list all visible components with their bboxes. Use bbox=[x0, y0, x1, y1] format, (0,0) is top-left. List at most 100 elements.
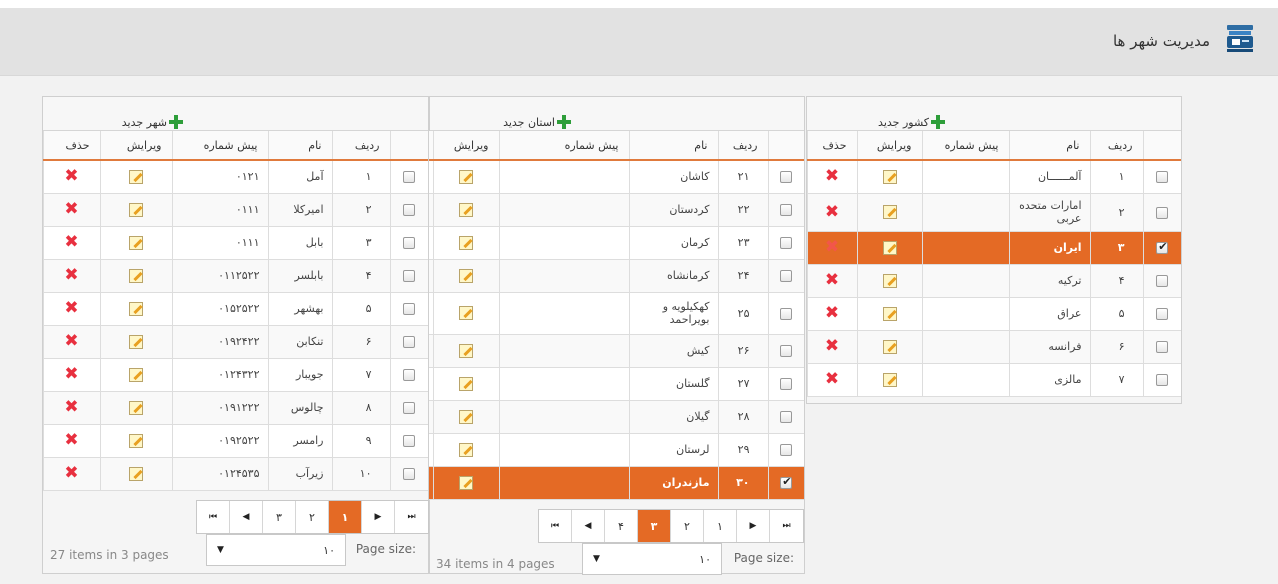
page-button-current[interactable]: ۳ bbox=[638, 510, 671, 542]
delete-icon[interactable]: ✖ bbox=[64, 267, 78, 284]
table-row[interactable]: ۲۴کرمانشاه✖ bbox=[380, 259, 804, 293]
row-checkbox[interactable] bbox=[780, 378, 793, 390]
table-row[interactable]: ۲۸گیلان✖ bbox=[380, 400, 804, 434]
row-checkbox[interactable] bbox=[403, 171, 416, 184]
row-checkbox[interactable] bbox=[403, 402, 416, 414]
edit-icon[interactable] bbox=[129, 466, 143, 481]
table-row[interactable]: ۴ ترکیه ✖ bbox=[806, 264, 1181, 298]
edit-icon[interactable] bbox=[882, 339, 897, 354]
last-page-button[interactable]: ⏭ bbox=[770, 510, 803, 542]
edit-icon[interactable] bbox=[459, 268, 473, 283]
delete-icon[interactable]: ✖ bbox=[825, 305, 839, 322]
table-row[interactable]: ۶ فرانسه ✖ bbox=[806, 330, 1181, 364]
page-button[interactable]: ۲ bbox=[296, 501, 329, 533]
table-row[interactable]: ۴ بابلسر ۰۱۱۲۵۲۲ ✖ bbox=[42, 259, 428, 293]
edit-icon[interactable] bbox=[129, 301, 143, 316]
table-row[interactable]: ۸ چالوس ۰۱۹۱۲۲۲ ✖ bbox=[42, 391, 428, 425]
delete-icon[interactable]: ✖ bbox=[825, 338, 839, 355]
table-row[interactable]: ۱۰ زیرآب ۰۱۲۴۵۳۵ ✖ bbox=[42, 457, 428, 491]
row-checkbox[interactable] bbox=[780, 237, 793, 249]
row-checkbox[interactable] bbox=[780, 307, 793, 320]
row-checkbox[interactable] bbox=[1156, 171, 1169, 184]
row-checkbox[interactable] bbox=[780, 475, 793, 489]
table-row[interactable]: ۳۰مازندران✖ bbox=[380, 466, 804, 500]
edit-icon[interactable] bbox=[459, 235, 473, 250]
edit-icon[interactable] bbox=[129, 235, 143, 250]
table-row[interactable]: ۲۷گلستان✖ bbox=[380, 367, 804, 401]
table-row[interactable]: ۲ امیرکلا ۰۱۱۱ ✖ bbox=[42, 193, 428, 227]
edit-icon[interactable] bbox=[129, 400, 143, 415]
table-row[interactable]: ۲۶کیش✖ bbox=[380, 334, 804, 368]
row-checkbox[interactable] bbox=[403, 270, 416, 282]
delete-icon[interactable]: ✖ bbox=[64, 366, 78, 383]
delete-icon[interactable]: ✖ bbox=[825, 272, 839, 289]
edit-icon[interactable] bbox=[129, 169, 143, 184]
table-row[interactable]: ۵ عراق ✖ bbox=[806, 297, 1181, 331]
table-row[interactable]: ۹ رامسر ۰۱۹۲۵۲۲ ✖ bbox=[42, 424, 428, 458]
delete-icon[interactable]: ✖ bbox=[825, 239, 839, 256]
edit-icon[interactable] bbox=[459, 169, 473, 184]
row-checkbox[interactable] bbox=[403, 303, 416, 315]
edit-icon[interactable] bbox=[882, 372, 897, 387]
edit-icon[interactable] bbox=[129, 334, 143, 349]
add-city-button[interactable]: شهر جدید bbox=[122, 115, 183, 129]
table-row[interactable]: ۶ تنکابن ۰۱۹۲۴۲۲ ✖ bbox=[42, 325, 428, 359]
edit-icon[interactable] bbox=[459, 409, 473, 424]
edit-icon[interactable] bbox=[882, 205, 897, 219]
next-page-button[interactable]: ▶ bbox=[737, 510, 770, 542]
row-checkbox[interactable] bbox=[1156, 275, 1169, 287]
prev-page-button[interactable]: ◀ bbox=[572, 510, 605, 542]
page-button[interactable]: ۱ bbox=[704, 510, 737, 542]
edit-icon[interactable] bbox=[882, 169, 897, 184]
delete-icon[interactable]: ✖ bbox=[825, 203, 839, 221]
first-page-button[interactable]: ⏮ bbox=[197, 501, 230, 533]
table-row[interactable]: ۵ بهشهر ۰۱۵۲۵۲۲ ✖ bbox=[42, 292, 428, 326]
edit-icon[interactable] bbox=[459, 306, 473, 320]
table-row[interactable]: ۲۹لرستان✖ bbox=[380, 433, 804, 467]
row-checkbox[interactable] bbox=[1156, 206, 1169, 219]
delete-icon[interactable]: ✖ bbox=[64, 201, 78, 218]
page-size-select[interactable]: ▼ ۱۰ bbox=[206, 534, 346, 566]
row-checkbox[interactable] bbox=[403, 336, 416, 348]
row-checkbox[interactable] bbox=[780, 204, 793, 216]
row-checkbox[interactable] bbox=[403, 468, 416, 480]
delete-icon[interactable]: ✖ bbox=[64, 399, 78, 416]
edit-icon[interactable] bbox=[459, 475, 473, 490]
row-checkbox[interactable] bbox=[780, 270, 793, 282]
edit-icon[interactable] bbox=[882, 306, 897, 321]
add-country-button[interactable]: کشور جدید bbox=[878, 115, 945, 129]
table-row[interactable]: ۲۵کهکیلویه و بویراحمد✖ bbox=[380, 292, 804, 335]
delete-icon[interactable]: ✖ bbox=[64, 465, 78, 482]
row-checkbox[interactable] bbox=[403, 237, 416, 249]
delete-icon[interactable]: ✖ bbox=[64, 234, 78, 251]
page-size-select[interactable]: ▼ ۱۰ bbox=[582, 543, 722, 575]
edit-icon[interactable] bbox=[882, 240, 897, 255]
table-row[interactable]: ۲۱کاشان✖ bbox=[380, 160, 804, 194]
row-checkbox[interactable] bbox=[780, 411, 793, 423]
row-checkbox[interactable] bbox=[403, 204, 416, 216]
prev-page-button[interactable]: ◀ bbox=[230, 501, 263, 533]
delete-icon[interactable]: ✖ bbox=[825, 168, 839, 185]
edit-icon[interactable] bbox=[459, 343, 473, 358]
row-checkbox[interactable] bbox=[780, 444, 793, 456]
row-checkbox[interactable] bbox=[780, 345, 793, 357]
edit-icon[interactable] bbox=[882, 273, 897, 288]
edit-icon[interactable] bbox=[459, 376, 473, 391]
edit-icon[interactable] bbox=[459, 442, 473, 457]
table-row[interactable]: ۱ آلمــــــان ✖ bbox=[806, 160, 1181, 194]
add-province-button[interactable]: استان جدید bbox=[503, 115, 571, 129]
page-button-current[interactable]: ۱ bbox=[329, 501, 362, 533]
row-checkbox[interactable] bbox=[403, 369, 416, 381]
edit-icon[interactable] bbox=[129, 268, 143, 283]
edit-icon[interactable] bbox=[129, 202, 143, 217]
next-page-button[interactable]: ▶ bbox=[362, 501, 395, 533]
row-checkbox[interactable] bbox=[780, 171, 793, 184]
table-row[interactable]: ۷ مالزی ✖ bbox=[806, 363, 1181, 397]
table-row[interactable]: ۳ بابل ۰۱۱۱ ✖ bbox=[42, 226, 428, 260]
table-row[interactable]: ۲۲کردستان✖ bbox=[380, 193, 804, 227]
row-checkbox[interactable] bbox=[1156, 240, 1169, 254]
edit-icon[interactable] bbox=[459, 202, 473, 217]
delete-icon[interactable]: ✖ bbox=[64, 168, 78, 185]
page-button[interactable]: ۳ bbox=[263, 501, 296, 533]
delete-icon[interactable]: ✖ bbox=[64, 300, 78, 317]
